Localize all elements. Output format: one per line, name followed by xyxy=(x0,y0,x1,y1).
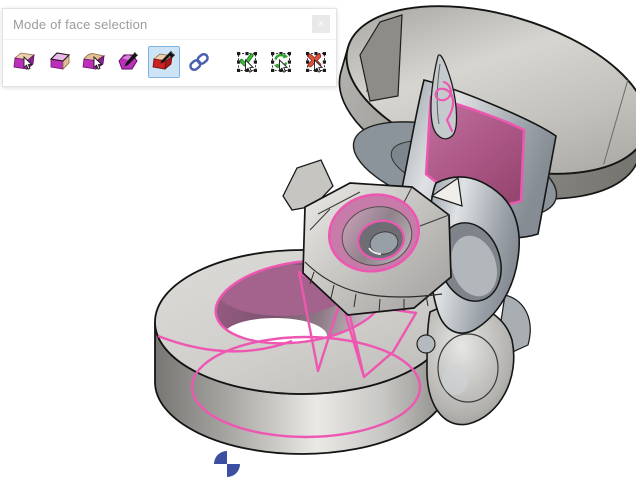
validate-selection-button[interactable] xyxy=(231,46,263,78)
select-smooth-face-button[interactable] xyxy=(79,46,111,78)
selection-delete-icon xyxy=(305,51,327,73)
face-eyedropper-icon xyxy=(152,51,176,70)
face-selection-panel: Mode of face selection × xyxy=(2,8,337,87)
face-selection-toolbar xyxy=(3,40,336,86)
panel-title-bar[interactable]: Mode of face selection × xyxy=(3,9,336,40)
close-button[interactable]: × xyxy=(312,15,330,33)
chain-link-icon xyxy=(188,52,209,72)
highlighted-face-icon xyxy=(49,52,70,70)
cancel-selection-button[interactable] xyxy=(300,46,332,78)
pick-face-color-button[interactable] xyxy=(148,46,180,78)
selection-refresh-icon xyxy=(270,51,292,73)
select-linked-faces-button[interactable] xyxy=(183,46,215,78)
refresh-selection-button[interactable] xyxy=(265,46,297,78)
face-pen-icon xyxy=(118,52,139,70)
select-top-face-button[interactable] xyxy=(44,46,76,78)
curved-face-cursor-icon xyxy=(83,53,106,70)
face-cursor-icon xyxy=(13,52,35,70)
center-of-mass-marker[interactable] xyxy=(214,451,240,477)
panel-title: Mode of face selection xyxy=(13,16,148,32)
select-face-by-pen-button[interactable] xyxy=(113,46,145,78)
selection-check-icon xyxy=(236,51,258,73)
select-face-button[interactable] xyxy=(9,46,41,78)
app-window: { "panel": { "title": "Mode of face sele… xyxy=(0,0,636,480)
